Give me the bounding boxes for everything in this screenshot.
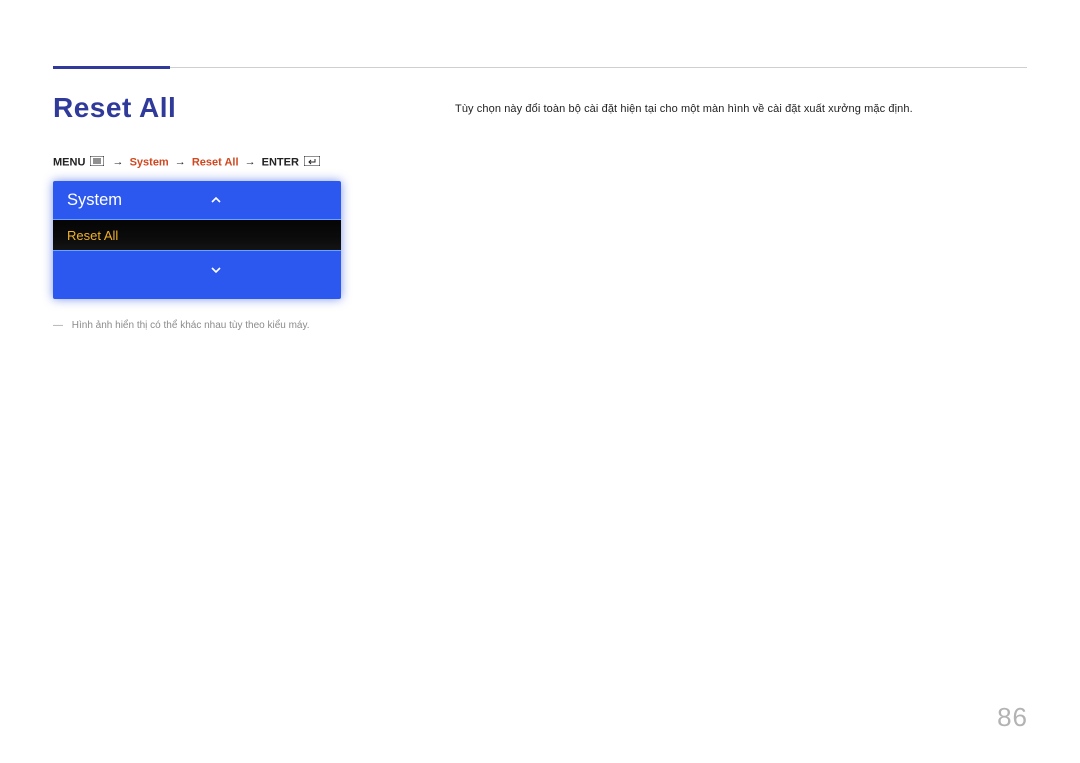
description-text: Tùy chọn này đổi toàn bộ cài đặt hiện tạ… <box>455 103 913 115</box>
arrow-icon: → <box>172 156 189 168</box>
section-accent-rule <box>53 66 170 69</box>
osd-selected-label: Reset All <box>53 228 118 243</box>
page-title: Reset All <box>53 92 176 124</box>
footnote-text: Hình ảnh hiển thị có thể khác nhau tùy t… <box>72 320 310 331</box>
osd-panel: System Reset All <box>53 181 341 299</box>
footnote: ― Hình ảnh hiển thị có thể khác nhau tùy… <box>53 320 310 331</box>
chevron-up-icon[interactable] <box>209 193 223 207</box>
breadcrumb-system: System <box>130 156 169 168</box>
osd-title: System <box>53 191 122 210</box>
arrow-icon: → <box>242 156 259 168</box>
dash-icon: ― <box>53 320 63 331</box>
menu-icon <box>90 156 104 169</box>
osd-footer <box>53 251 341 299</box>
section-divider <box>170 67 1027 68</box>
osd-selected-item[interactable]: Reset All <box>53 219 341 251</box>
enter-icon <box>304 156 320 169</box>
manual-page: Reset All MENU → System → Reset All → EN… <box>0 0 1080 763</box>
breadcrumb-reset-all: Reset All <box>192 156 239 168</box>
breadcrumb: MENU → System → Reset All → ENTER <box>53 156 322 169</box>
osd-header: System <box>53 181 341 219</box>
page-number: 86 <box>997 702 1028 733</box>
arrow-icon: → <box>110 156 127 168</box>
breadcrumb-enter: ENTER <box>262 156 299 168</box>
chevron-down-icon[interactable] <box>209 263 223 277</box>
breadcrumb-menu: MENU <box>53 156 85 168</box>
